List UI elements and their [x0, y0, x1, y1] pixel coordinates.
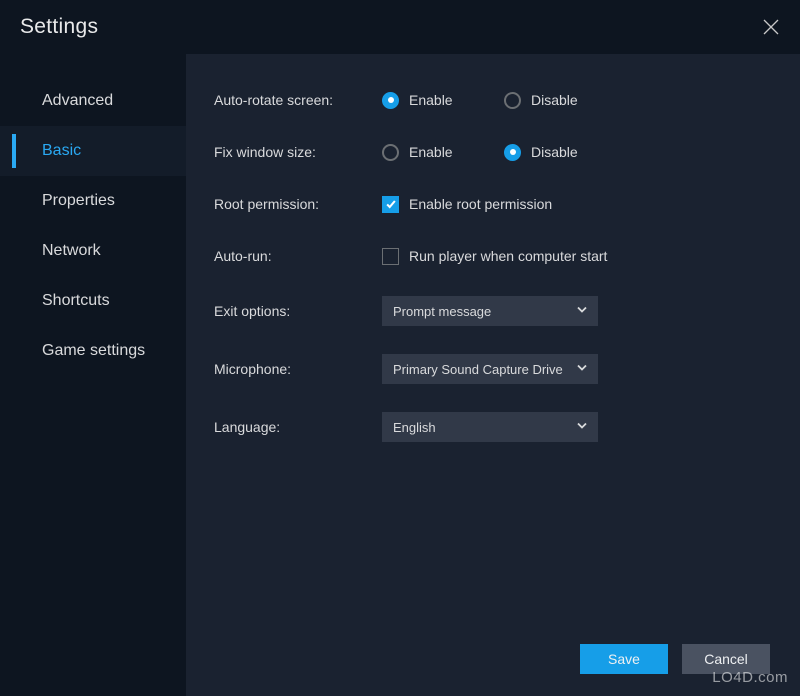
label-auto-run: Auto-run: [214, 248, 382, 264]
sidebar-item-label: Network [42, 242, 101, 260]
chevron-down-icon [575, 361, 589, 378]
sidebar-item-label: Basic [42, 142, 81, 160]
radio-auto-rotate-disable[interactable]: Disable [504, 92, 626, 109]
row-auto-rotate: Auto-rotate screen: Enable Disable [214, 88, 770, 112]
sidebar: Advanced Basic Properties Network Shortc… [0, 54, 186, 696]
save-button[interactable]: Save [580, 644, 668, 674]
checkbox-root-permission[interactable]: Enable root permission [382, 196, 552, 213]
radio-fix-window-enable[interactable]: Enable [382, 144, 504, 161]
checkbox-auto-run[interactable]: Run player when computer start [382, 248, 607, 265]
controls-auto-rotate: Enable Disable [382, 92, 626, 109]
label-root-permission: Root permission: [214, 196, 382, 212]
row-auto-run: Auto-run: Run player when computer start [214, 244, 770, 268]
radio-circle-icon [504, 92, 521, 109]
select-language[interactable]: English [382, 412, 598, 442]
radio-circle-icon [382, 144, 399, 161]
window-title: Settings [20, 15, 98, 39]
sidebar-item-label: Game settings [42, 342, 145, 360]
sidebar-item-advanced[interactable]: Advanced [0, 76, 186, 126]
checkbox-box-icon [382, 248, 399, 265]
footer-actions: Save Cancel [580, 644, 770, 674]
radio-label: Disable [531, 144, 578, 160]
label-language: Language: [214, 419, 382, 435]
row-microphone: Microphone: Primary Sound Capture Drive [214, 354, 770, 384]
radio-auto-rotate-enable[interactable]: Enable [382, 92, 504, 109]
sidebar-item-game-settings[interactable]: Game settings [0, 326, 186, 376]
label-exit-options: Exit options: [214, 303, 382, 319]
radio-label: Enable [409, 92, 453, 108]
radio-circle-icon [382, 92, 399, 109]
controls-fix-window: Enable Disable [382, 144, 626, 161]
row-root-permission: Root permission: Enable root permission [214, 192, 770, 216]
sidebar-item-label: Properties [42, 192, 115, 210]
close-icon[interactable] [762, 18, 780, 36]
sidebar-item-label: Shortcuts [42, 292, 110, 310]
select-value: Primary Sound Capture Drive [393, 362, 563, 377]
radio-circle-icon [504, 144, 521, 161]
sidebar-item-network[interactable]: Network [0, 226, 186, 276]
checkbox-label: Run player when computer start [409, 248, 607, 264]
label-fix-window: Fix window size: [214, 144, 382, 160]
window-body: Advanced Basic Properties Network Shortc… [0, 54, 800, 696]
window-header: Settings [0, 0, 800, 54]
checkbox-box-icon [382, 196, 399, 213]
label-microphone: Microphone: [214, 361, 382, 377]
label-auto-rotate: Auto-rotate screen: [214, 92, 382, 108]
radio-label: Disable [531, 92, 578, 108]
sidebar-item-basic[interactable]: Basic [0, 126, 186, 176]
select-value: English [393, 420, 436, 435]
radio-fix-window-disable[interactable]: Disable [504, 144, 626, 161]
settings-window: Settings Advanced Basic Properties Netwo… [0, 0, 800, 696]
select-exit-options[interactable]: Prompt message [382, 296, 598, 326]
radio-label: Enable [409, 144, 453, 160]
sidebar-item-shortcuts[interactable]: Shortcuts [0, 276, 186, 326]
chevron-down-icon [575, 419, 589, 436]
select-microphone[interactable]: Primary Sound Capture Drive [382, 354, 598, 384]
sidebar-item-properties[interactable]: Properties [0, 176, 186, 226]
row-fix-window: Fix window size: Enable Disable [214, 140, 770, 164]
row-exit-options: Exit options: Prompt message [214, 296, 770, 326]
cancel-button[interactable]: Cancel [682, 644, 770, 674]
settings-panel: Auto-rotate screen: Enable Disable Fix w… [186, 54, 800, 696]
checkbox-label: Enable root permission [409, 196, 552, 212]
sidebar-item-label: Advanced [42, 92, 113, 110]
chevron-down-icon [575, 303, 589, 320]
row-language: Language: English [214, 412, 770, 442]
select-value: Prompt message [393, 304, 491, 319]
